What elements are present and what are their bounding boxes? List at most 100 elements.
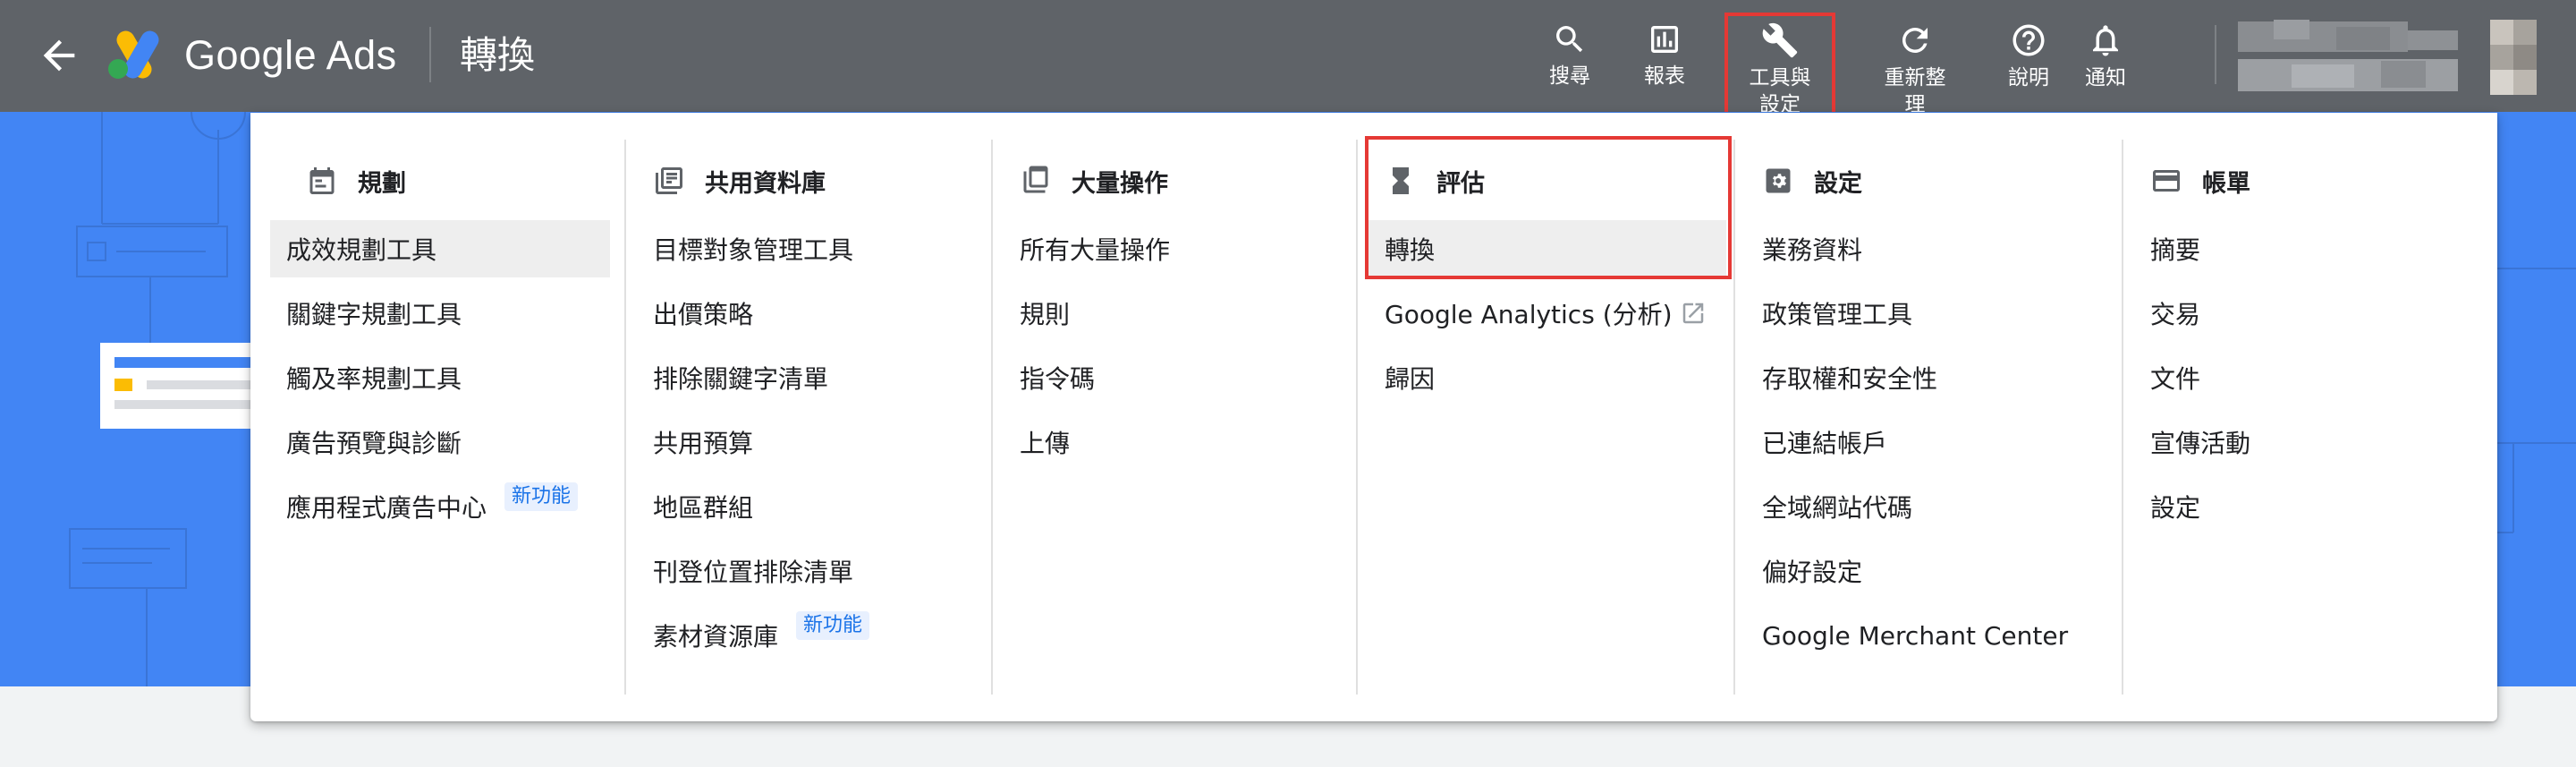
menu-item-app-advertising-hub[interactable]: 應用程式廣告中心 新功能: [270, 478, 610, 535]
bulk-actions-title: 大量操作: [1072, 169, 1168, 198]
help-label: 說明: [2008, 66, 2049, 89]
menu-item-access-security[interactable]: 存取權和安全性: [1746, 349, 1937, 406]
menu-item-all-bulk-actions[interactable]: 所有大量操作: [1004, 220, 1170, 277]
menu-item-conversions[interactable]: 轉換: [1368, 220, 1726, 277]
menu-item-scripts[interactable]: 指令碼: [1004, 349, 1095, 406]
column-divider: [2122, 140, 2123, 695]
menu-item-shared-budgets[interactable]: 共用預算: [637, 413, 753, 471]
header-divider: [429, 27, 431, 82]
tools-highlight-box: [1724, 13, 1835, 118]
menu-column-bulk-actions: 大量操作 所有大量操作 規則 指令碼 上傳: [1004, 113, 1352, 721]
back-arrow-icon[interactable]: [36, 32, 82, 79]
menu-item-placement-exclusion-lists[interactable]: 刊登位置排除清單: [637, 542, 853, 600]
product-name: Google Ads: [184, 32, 397, 78]
column-divider: [624, 140, 626, 695]
menu-column-billing: 帳單 摘要 交易 文件 宣傳活動 設定: [2134, 113, 2483, 721]
help-button[interactable]: 說明: [1996, 18, 2061, 107]
menu-item-negative-keyword-lists[interactable]: 排除關鍵字清單: [637, 349, 828, 406]
menu-item-label: 政策管理工具: [1762, 300, 1913, 329]
menu-item-asset-library[interactable]: 素材資源庫 新功能: [637, 607, 870, 664]
menu-item-label: 偏好設定: [1762, 558, 1863, 587]
menu-item-label: 歸因: [1385, 364, 1436, 394]
new-feature-badge: 新功能: [796, 611, 870, 640]
menu-item-keyword-planner[interactable]: 關鍵字規劃工具: [270, 285, 610, 342]
menu-item-transactions[interactable]: 交易: [2134, 285, 2200, 342]
menu-item-label: 觸及率規劃工具: [286, 364, 462, 394]
bell-icon: [2093, 25, 2118, 56]
setup-header: 設定: [1762, 154, 1862, 208]
billing-title: 帳單: [2202, 169, 2250, 198]
google-ads-logo[interactable]: [106, 27, 166, 81]
menu-item-performance-planner[interactable]: 成效規劃工具: [270, 220, 610, 277]
menu-item-label: 指令碼: [1020, 364, 1096, 394]
menu-item-label: 排除關鍵字清單: [653, 364, 829, 394]
menu-item-documents[interactable]: 文件: [2134, 349, 2200, 406]
menu-column-shared-library: 共用資料庫 目標對象管理工具 出價策略 排除關鍵字清單 共用預算 地區群組 刊登…: [637, 113, 986, 721]
menu-item-label: 摘要: [2150, 235, 2201, 265]
menu-item-label: 廣告預覽與診斷: [286, 429, 462, 458]
menu-item-promotions[interactable]: 宣傳活動: [2134, 413, 2250, 471]
menu-item-uploads[interactable]: 上傳: [1004, 413, 1070, 471]
menu-item-label: 關鍵字規劃工具: [286, 300, 462, 329]
menu-item-summary[interactable]: 摘要: [2134, 220, 2200, 277]
credit-card-icon: [2153, 170, 2180, 192]
shared-library-header: 共用資料庫: [653, 154, 826, 208]
menu-item-label: 地區群組: [653, 493, 754, 523]
account-info-blurred[interactable]: [2238, 20, 2458, 95]
planning-header: 規劃: [306, 154, 406, 208]
menu-item-rules[interactable]: 規則: [1004, 285, 1070, 342]
menu-item-ad-preview-diagnosis[interactable]: 廣告預覽與診斷: [270, 413, 610, 471]
search-button[interactable]: 搜尋: [1538, 18, 1601, 107]
menu-item-label: 刊登位置排除清單: [653, 558, 854, 587]
menu-item-label: Google Merchant Center: [1762, 620, 2069, 651]
notifications-button[interactable]: 通知: [2073, 18, 2138, 107]
bar-chart-icon: [1651, 26, 1678, 53]
menu-item-label: 目標對象管理工具: [653, 235, 854, 265]
menu-item-label: 共用預算: [653, 429, 754, 458]
menu-item-reach-planner[interactable]: 觸及率規劃工具: [270, 349, 610, 406]
open-in-new-icon: [1682, 303, 1704, 324]
menu-item-location-groups[interactable]: 地區群組: [637, 478, 753, 535]
menu-item-billing-settings[interactable]: 設定: [2134, 478, 2200, 535]
column-divider: [1733, 140, 1735, 695]
menu-item-label: 已連結帳戶: [1762, 429, 1888, 458]
billing-header: 帳單: [2150, 154, 2250, 208]
measurement-title: 評估: [1436, 169, 1485, 198]
refresh-label: 重新整理: [1884, 66, 1946, 112]
setup-title: 設定: [1814, 169, 1862, 198]
bulk-actions-header: 大量操作: [1020, 154, 1168, 208]
menu-item-business-data[interactable]: 業務資料: [1746, 220, 1862, 277]
menu-item-label: 設定: [2150, 493, 2201, 523]
menu-item-global-site-tag[interactable]: 全域網站代碼: [1746, 478, 1912, 535]
avatar[interactable]: [2490, 20, 2537, 95]
shared-library-title: 共用資料庫: [705, 169, 826, 198]
refresh-button[interactable]: 重新整理: [1866, 18, 1964, 112]
menu-item-label: 交易: [2150, 300, 2201, 329]
menu-item-label: 上傳: [1020, 429, 1071, 458]
menu-item-google-analytics[interactable]: Google Analytics (分析): [1368, 285, 1726, 342]
top-app-bar: Google Ads 轉換 搜尋 報表 工具與設定 重新整理 說明 通知: [0, 0, 2576, 118]
menu-item-preferences[interactable]: 偏好設定: [1746, 542, 1862, 600]
settings-box-icon: [1766, 168, 1791, 193]
account-divider: [2215, 25, 2216, 84]
menu-item-audience-manager[interactable]: 目標對象管理工具: [637, 220, 853, 277]
menu-item-label: 成效規劃工具: [286, 235, 437, 265]
menu-column-setup: 設定 業務資料 政策管理工具 存取權和安全性 已連結帳戶 全域網站代碼 偏好設定…: [1746, 113, 2122, 721]
menu-item-label: 應用程式廣告中心: [286, 493, 487, 523]
menu-item-label: 存取權和安全性: [1762, 364, 1938, 394]
reports-label: 報表: [1644, 64, 1685, 88]
measurement-header: 評估: [1385, 154, 1485, 208]
menu-column-measurement: 評估 轉換 Google Analytics (分析) 歸因: [1368, 113, 1730, 721]
reports-button[interactable]: 報表: [1633, 18, 1696, 107]
menu-item-label: 全域網站代碼: [1762, 493, 1913, 523]
menu-item-linked-accounts[interactable]: 已連結帳戶: [1746, 413, 1887, 471]
tools-settings-menu: 規劃 成效規劃工具 關鍵字規劃工具 觸及率規劃工具 廣告預覽與診斷 應用程式廣告…: [250, 113, 2497, 721]
menu-item-label: 素材資源庫: [653, 622, 779, 652]
menu-item-bid-strategies[interactable]: 出價策略: [637, 285, 753, 342]
copy-stack-icon: [1023, 166, 1048, 193]
menu-item-attribution[interactable]: 歸因: [1368, 349, 1726, 406]
menu-item-policy-manager[interactable]: 政策管理工具: [1746, 285, 1912, 342]
menu-item-google-merchant-center[interactable]: Google Merchant Center: [1746, 607, 2068, 664]
search-label: 搜尋: [1549, 64, 1590, 88]
menu-item-label: 規則: [1020, 300, 1071, 329]
